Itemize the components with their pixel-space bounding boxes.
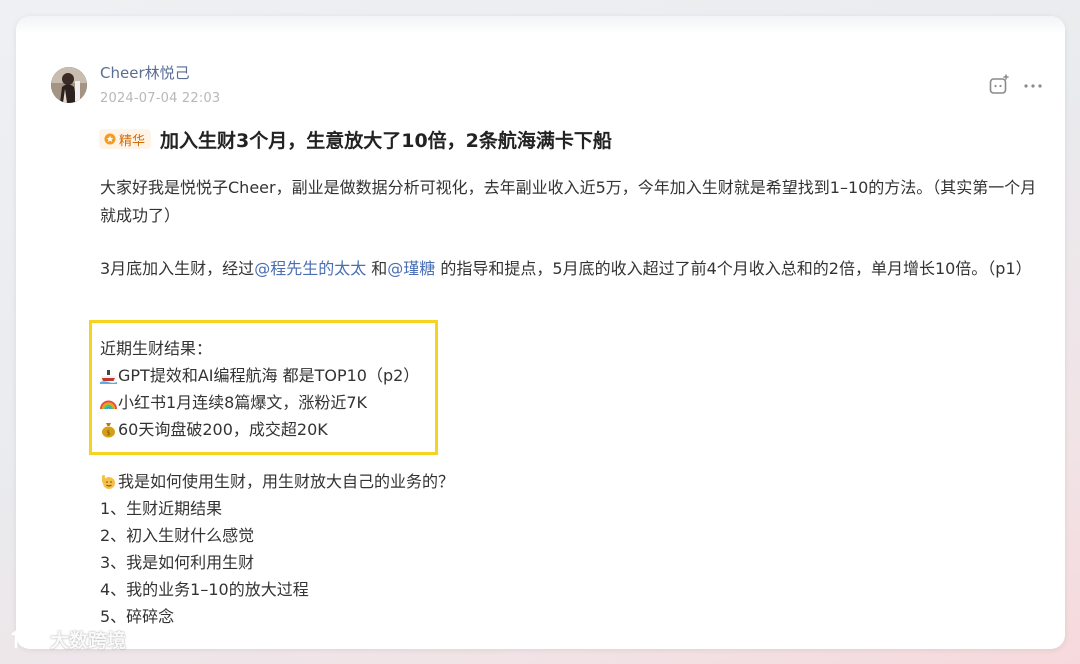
card-top-bar bbox=[16, 16, 1065, 34]
svg-text:$: $ bbox=[106, 429, 110, 437]
result-item-text: 小红书1月连续8篇爆文，涨粉近7K bbox=[118, 393, 368, 412]
outline-item-1: 1、生财近期结果 bbox=[100, 499, 223, 518]
featured-badge: 精华 bbox=[99, 129, 152, 149]
watermark-logo-icon bbox=[11, 629, 46, 648]
watermark: 大数跨境 bbox=[10, 626, 126, 653]
outline-item-4: 4、我的业务1–10的放大过程 bbox=[100, 580, 309, 599]
money-bag-emoji-icon: $ bbox=[102, 423, 115, 438]
watermark-text: 大数跨境 bbox=[50, 630, 127, 652]
comment-icon[interactable] bbox=[987, 74, 1011, 98]
avatar[interactable] bbox=[51, 67, 87, 103]
result-item-3: $ 60天询盘破200，成交超20K bbox=[100, 416, 328, 443]
post-date: 2024-07-04 22:03 bbox=[100, 91, 221, 106]
post-title: 加入生财3个月，生意放大了10倍，2条航海满卡下船 bbox=[160, 129, 612, 152]
rainbow-emoji-icon bbox=[100, 400, 117, 410]
question-line: 我是如何使用生财，用生财放大自己的业务的？ bbox=[100, 468, 454, 495]
raising-hand-emoji-icon bbox=[102, 475, 115, 489]
progress-paragraph: 3月底加入生财，经过@程先生的太太 和@瑾糖 的指导和提点，5月底的收入超过了前… bbox=[100, 255, 1040, 283]
more-icon[interactable] bbox=[1021, 74, 1045, 98]
mention-link-2[interactable]: @瑾糖 bbox=[387, 259, 435, 278]
outline-item-3: 3、我是如何利用生财 bbox=[100, 553, 255, 572]
progress-text-suffix: 的指导和提点，5月底的收入超过了前4个月收入总和的2倍，单月增长10倍。（p1） bbox=[435, 259, 1032, 278]
ship-emoji-icon bbox=[100, 370, 117, 384]
featured-icon bbox=[104, 133, 116, 145]
progress-text-sep: 和 bbox=[366, 259, 388, 278]
outline-item-2: 2、初入生财什么感觉 bbox=[100, 526, 255, 545]
result-item-text: GPT提效和AI编程航海 都是TOP10（p2） bbox=[118, 366, 420, 385]
progress-text-prefix: 3月底加入生财，经过 bbox=[100, 259, 255, 278]
question-text: 我是如何使用生财，用生财放大自己的业务的？ bbox=[118, 472, 455, 491]
avatar-image bbox=[51, 67, 87, 103]
result-item-2: 小红书1月连续8篇爆文，涨粉近7K bbox=[100, 389, 367, 416]
post-card: Cheer林悦己 2024-07-04 22:03 精华 加入生财3个月，生意放… bbox=[16, 16, 1065, 649]
results-heading: 近期生财结果： bbox=[100, 339, 213, 358]
featured-badge-label: 精华 bbox=[119, 133, 146, 149]
author-name[interactable]: Cheer林悦己 bbox=[100, 62, 190, 83]
mention-link-1[interactable]: @程先生的太太 bbox=[254, 259, 366, 278]
result-item-1: GPT提效和AI编程航海 都是TOP10（p2） bbox=[100, 362, 419, 389]
post-title-row: 精华 加入生财3个月，生意放大了10倍，2条航海满卡下船 bbox=[99, 125, 612, 153]
intro-paragraph: 大家好我是悦悦子Cheer，副业是做数据分析可视化，去年副业收入近5万，今年加入… bbox=[100, 178, 1037, 225]
result-item-text: 60天询盘破200，成交超20K bbox=[118, 420, 328, 439]
